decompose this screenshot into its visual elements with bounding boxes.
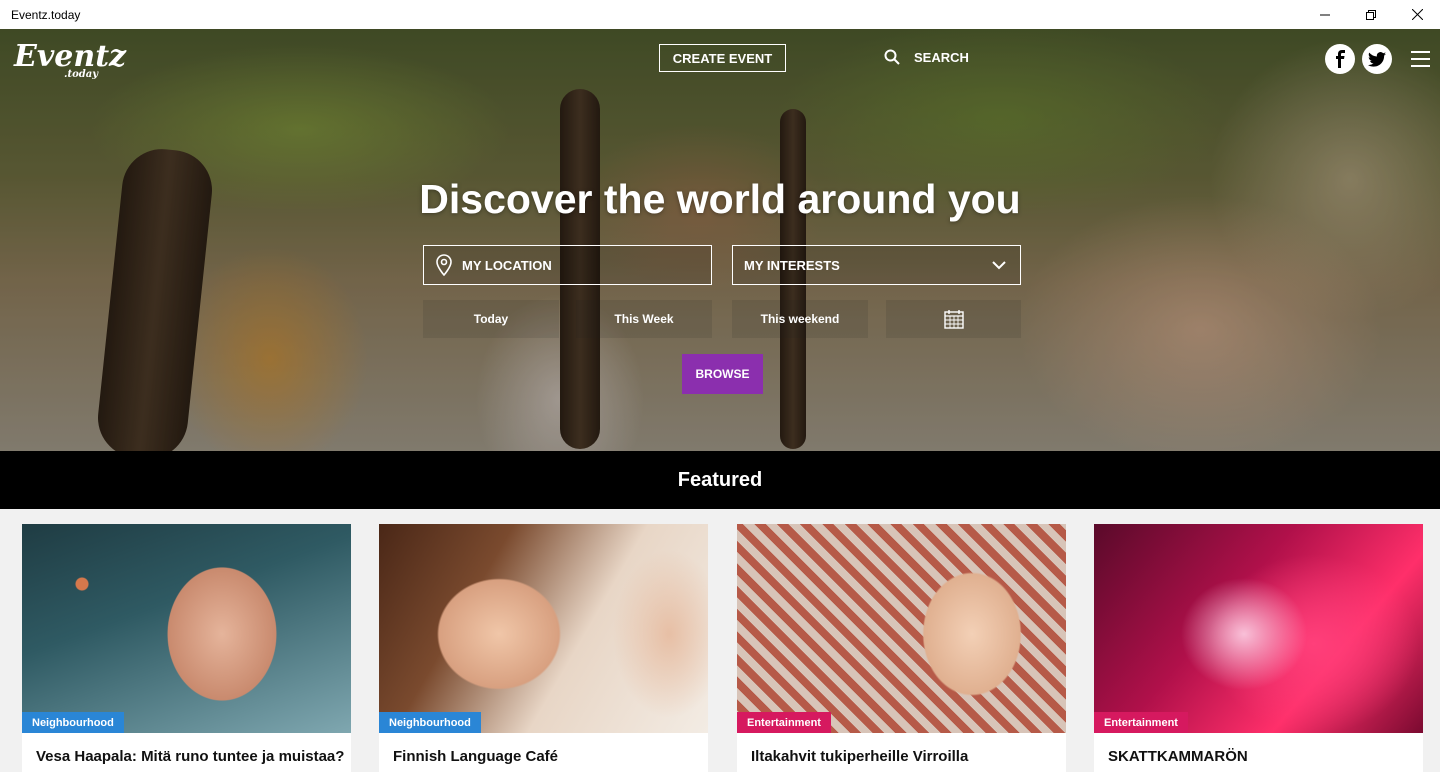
category-badge: Neighbourhood — [22, 712, 124, 733]
filter-this-weekend-button[interactable]: This weekend — [732, 300, 868, 338]
hamburger-menu-icon[interactable] — [1411, 51, 1430, 67]
location-label: MY LOCATION — [462, 257, 552, 273]
restore-icon — [1366, 9, 1376, 20]
minimize-button[interactable] — [1302, 0, 1348, 29]
event-card-image — [737, 524, 1066, 733]
search-icon — [884, 49, 900, 65]
twitter-button[interactable] — [1362, 44, 1392, 74]
site-logo[interactable]: Eventz .today — [14, 42, 126, 80]
window-title: Eventz.today — [11, 7, 81, 22]
facebook-icon — [1336, 50, 1345, 68]
filter-this-week-button[interactable]: This Week — [576, 300, 712, 338]
browse-button[interactable]: BROWSE — [682, 354, 763, 394]
event-card-image — [22, 524, 351, 733]
category-badge: Entertainment — [1094, 712, 1188, 733]
twitter-icon — [1368, 51, 1386, 67]
featured-title: Featured — [677, 468, 763, 491]
window-titlebar: Eventz.today — [0, 0, 1440, 29]
chevron-down-icon — [992, 260, 1006, 269]
create-event-button[interactable]: CREATE EVENT — [659, 44, 786, 72]
minimize-icon — [1320, 14, 1330, 15]
event-card-title[interactable]: Finnish Language Café — [393, 748, 558, 765]
location-pin-icon — [436, 254, 452, 276]
featured-cards: Neighbourhood Vesa Haapala: Mitä runo tu… — [0, 509, 1440, 784]
interests-dropdown[interactable]: MY INTERESTS — [732, 245, 1021, 285]
close-button[interactable] — [1394, 0, 1440, 29]
category-badge: Neighbourhood — [379, 712, 481, 733]
event-card[interactable]: Neighbourhood Vesa Haapala: Mitä runo tu… — [22, 524, 351, 784]
close-icon — [1411, 9, 1423, 20]
calendar-icon — [943, 310, 964, 329]
facebook-button[interactable] — [1325, 44, 1355, 74]
restore-button[interactable] — [1348, 0, 1394, 29]
search-button[interactable]: SEARCH — [884, 49, 969, 65]
event-card-title[interactable]: Iltakahvit tukiperheille Virroilla — [751, 748, 968, 765]
filter-today-button[interactable]: Today — [423, 300, 559, 338]
location-selector[interactable]: MY LOCATION — [423, 245, 712, 285]
window-controls — [1302, 0, 1440, 29]
event-card-title[interactable]: Vesa Haapala: Mitä runo tuntee ja muista… — [36, 748, 344, 765]
search-label: SEARCH — [914, 49, 969, 65]
event-card-image — [1094, 524, 1423, 733]
event-card[interactable]: Neighbourhood Finnish Language Café — [379, 524, 708, 784]
category-badge: Entertainment — [737, 712, 831, 733]
event-card-image — [379, 524, 708, 733]
event-card[interactable]: Entertainment Iltakahvit tukiperheille V… — [737, 524, 1066, 784]
calendar-button[interactable] — [886, 300, 1021, 338]
event-card-title[interactable]: SKATTKAMMARÖN — [1108, 748, 1248, 765]
featured-heading: Featured — [0, 451, 1440, 509]
interests-label: MY INTERESTS — [744, 257, 840, 273]
event-card[interactable]: Entertainment SKATTKAMMARÖN — [1094, 524, 1423, 784]
hero-headline: Discover the world around you — [419, 176, 1021, 222]
